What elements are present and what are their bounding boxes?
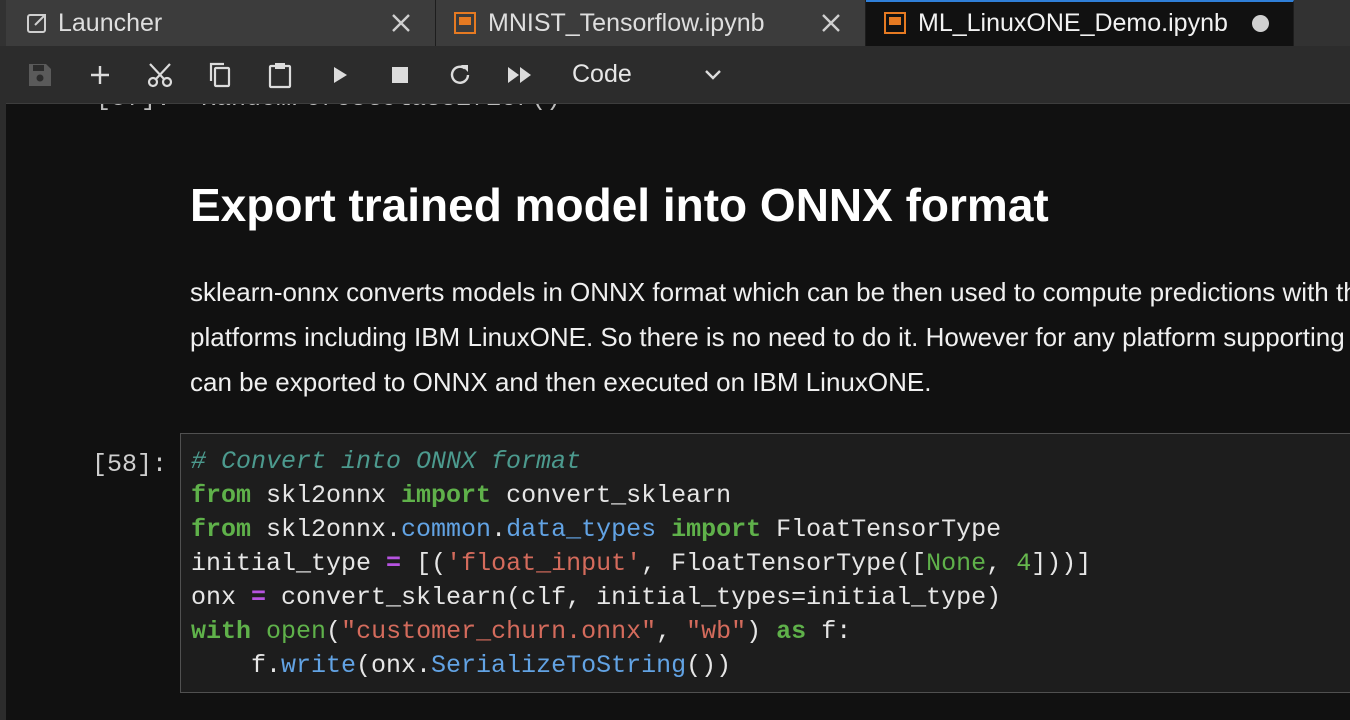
close-icon[interactable] xyxy=(818,10,844,36)
tab-bar: Launcher MNIST_Tensorflow.ipynb ML_Linux… xyxy=(0,0,1350,46)
cell-type-value: Code xyxy=(572,60,632,88)
markdown-heading: Export trained model into ONNX format xyxy=(190,179,1049,231)
tab-label: ML_LinuxONE_Demo.ipynb xyxy=(918,9,1228,37)
copy-button[interactable] xyxy=(205,60,235,90)
code-line: from skl2onnx.common.data_types import F… xyxy=(191,515,1002,544)
paragraph-line: platforms including IBM LinuxONE. So the… xyxy=(190,322,1350,352)
cell-type-select[interactable]: Code xyxy=(572,56,742,92)
paragraph-line: sklearn-onnx converts models in ONNX for… xyxy=(190,277,1350,307)
tab-mnist-tensorflow[interactable]: MNIST_Tensorflow.ipynb xyxy=(436,0,866,46)
tab-label: MNIST_Tensorflow.ipynb xyxy=(488,9,765,37)
chevron-down-icon xyxy=(705,70,721,80)
paragraph-line: can be exported to ONNX and then execute… xyxy=(190,367,932,397)
code-line: onx = convert_sklearn(clf, initial_types… xyxy=(191,583,1002,612)
copy-icon xyxy=(209,62,231,88)
input-prompt: [58]: xyxy=(92,450,168,479)
fast-forward-icon xyxy=(508,67,531,83)
cut-icon xyxy=(147,63,173,88)
launcher-icon xyxy=(27,14,46,33)
tab-ml-linuxone-demo[interactable]: ML_LinuxONE_Demo.ipynb xyxy=(866,0,1294,46)
code-line: initial_type = [('float_input', FloatTen… xyxy=(191,549,1092,578)
code-line: # Convert into ONNX format xyxy=(191,447,582,476)
save-button[interactable] xyxy=(25,60,55,90)
close-icon[interactable] xyxy=(388,10,414,36)
run-icon xyxy=(334,67,347,83)
restart-icon xyxy=(450,65,470,84)
notebook-icon xyxy=(454,12,476,34)
notebook-panel: [57]: RandomForestClassifier() Export tra… xyxy=(6,104,1350,720)
restart-run-all-button[interactable] xyxy=(505,60,535,90)
code-cell-editor[interactable]: # Convert into ONNX format from skl2onnx … xyxy=(180,433,1350,693)
unsaved-dot-icon[interactable] xyxy=(1252,15,1269,32)
paste-button[interactable] xyxy=(265,60,295,90)
notebook-toolbar: Code xyxy=(6,46,1350,104)
stop-icon xyxy=(392,67,408,83)
tab-launcher[interactable]: Launcher xyxy=(6,0,436,46)
run-button[interactable] xyxy=(325,60,355,90)
insert-cell-button[interactable] xyxy=(85,60,115,90)
code-line: with open("customer_churn.onnx", "wb") a… xyxy=(191,617,852,646)
stop-button[interactable] xyxy=(385,60,415,90)
notebook-icon xyxy=(884,12,906,34)
code-editor-content[interactable]: # Convert into ONNX format from skl2onnx … xyxy=(191,445,1091,683)
previous-output: [57]: RandomForestClassifier() xyxy=(96,104,561,113)
cut-button[interactable] xyxy=(145,60,175,90)
add-icon xyxy=(91,66,109,84)
paste-icon xyxy=(268,63,292,89)
output-prompt: [57]: xyxy=(96,104,171,113)
save-icon xyxy=(29,64,51,86)
markdown-paragraph: sklearn-onnx converts models in ONNX for… xyxy=(190,270,1350,405)
output-text: RandomForestClassifier() xyxy=(201,104,561,113)
code-line: f.write(onx.SerializeToString()) xyxy=(191,651,732,680)
restart-button[interactable] xyxy=(445,60,475,90)
tab-label: Launcher xyxy=(58,9,163,37)
code-line: from skl2onnx import convert_sklearn xyxy=(191,481,732,510)
